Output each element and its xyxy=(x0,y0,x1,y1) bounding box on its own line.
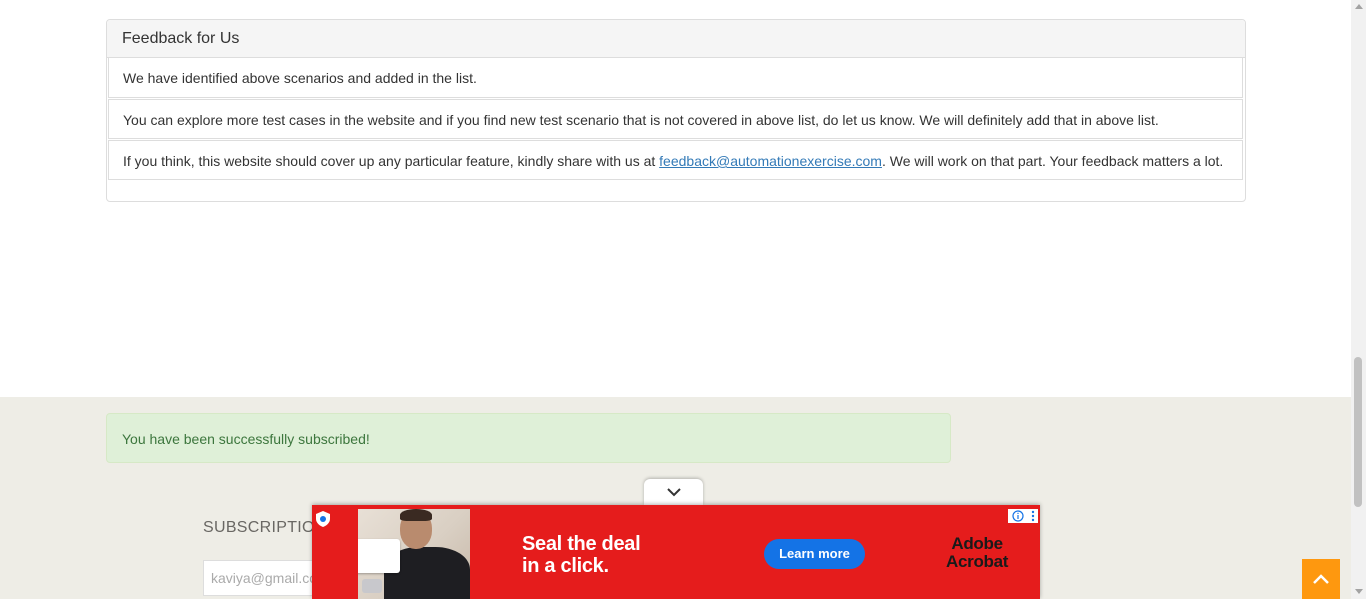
ad-image xyxy=(358,509,470,599)
feedback-text-prefix: If you think, this website should cover … xyxy=(123,153,660,169)
feedback-panel: Feedback for Us We have identified above… xyxy=(106,19,1246,202)
feedback-email-link[interactable]: feedback@automationexercise.com xyxy=(659,153,882,169)
more-options-icon[interactable] xyxy=(1031,510,1035,522)
feedback-item: If you think, this website should cover … xyxy=(108,140,1243,180)
chevron-up-icon xyxy=(1313,574,1329,584)
feedback-item: You can explore more test cases in the w… xyxy=(108,99,1243,139)
subscribe-success-alert: You have been successfully subscribed! xyxy=(106,413,951,463)
advertisement-banner[interactable]: Seal the deal in a click. Learn more Ado… xyxy=(312,505,1040,599)
ad-brand-line2: Acrobat xyxy=(946,552,1009,571)
ad-person-hair xyxy=(400,509,432,521)
feedback-heading: Feedback for Us xyxy=(107,20,1245,58)
scroll-to-top-button[interactable] xyxy=(1302,559,1340,599)
ad-brand: Adobe Acrobat xyxy=(946,535,1008,571)
ad-headline-line1: Seal the deal xyxy=(522,533,641,555)
chevron-down-icon xyxy=(666,488,681,497)
ad-headline: Seal the deal in a click. xyxy=(522,533,641,577)
ad-phone xyxy=(362,579,382,593)
scrollbar-thumb[interactable] xyxy=(1354,357,1362,507)
ad-collapse-toggle[interactable] xyxy=(644,479,703,505)
feedback-item: We have identified above scenarios and a… xyxy=(108,58,1243,98)
scroll-down-arrow-icon[interactable] xyxy=(1355,589,1363,594)
info-icon[interactable] xyxy=(1011,510,1024,522)
ad-signature-card xyxy=(358,539,400,573)
shield-icon xyxy=(316,511,330,527)
feedback-text-suffix: . We will work on that part. Your feedba… xyxy=(881,153,1224,169)
subscription-title: SUBSCRIPTION xyxy=(203,519,327,536)
ad-brand-line1: Adobe xyxy=(951,534,1003,553)
vertical-scrollbar[interactable] xyxy=(1351,0,1366,599)
scroll-up-arrow-icon[interactable] xyxy=(1355,4,1363,9)
ad-learn-more-button[interactable]: Learn more xyxy=(764,539,865,569)
ad-headline-line2: in a click. xyxy=(522,555,609,577)
ad-choices[interactable] xyxy=(1008,509,1038,523)
